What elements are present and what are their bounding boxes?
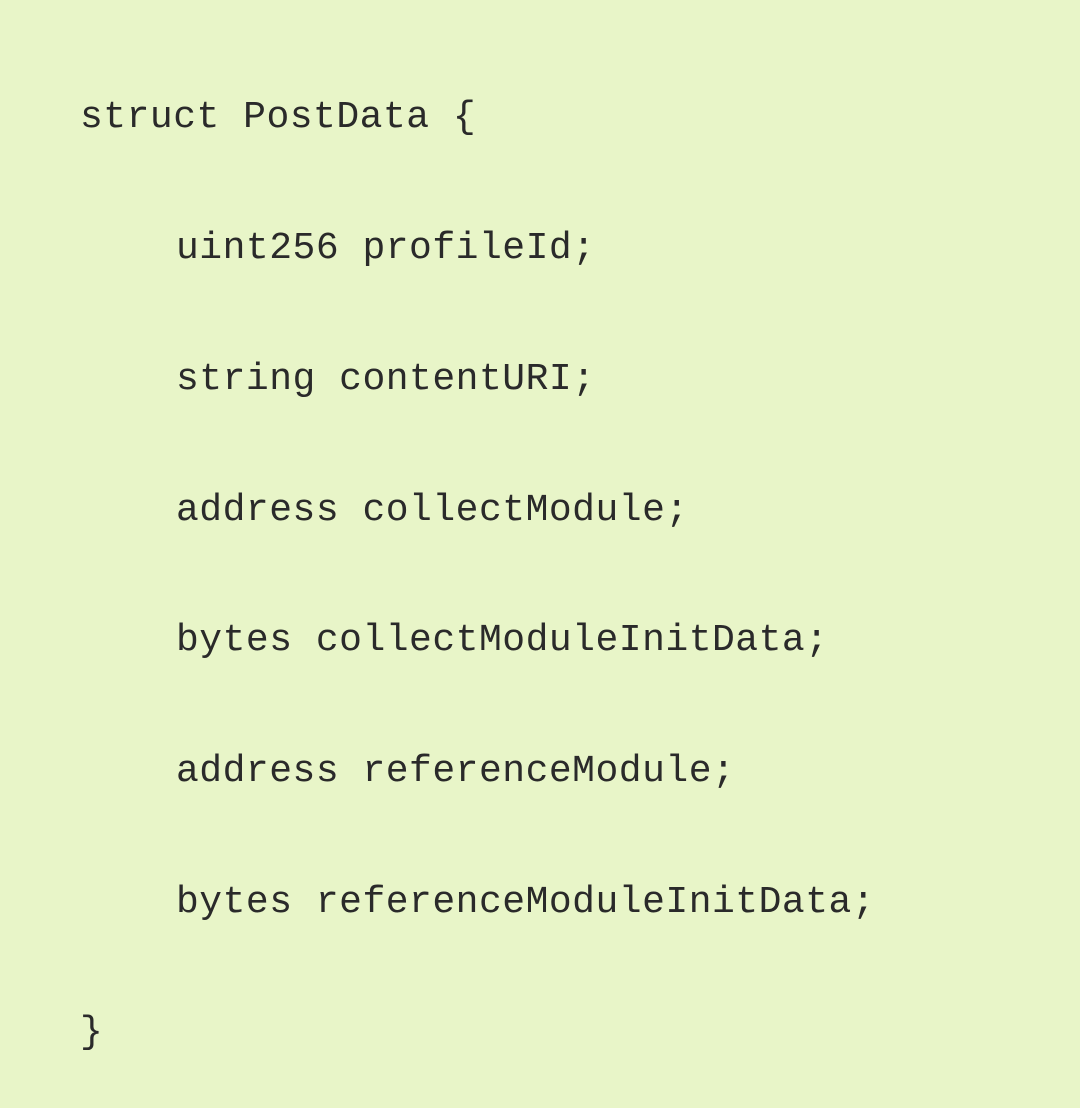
semicolon: ; [665, 489, 688, 532]
field-name: profileId [362, 227, 572, 270]
field-type: bytes [176, 881, 293, 924]
field-type: uint256 [176, 227, 339, 270]
struct-declaration-line: struct PostData { [80, 85, 1080, 150]
field-name: contentURI [339, 358, 572, 401]
semicolon: ; [572, 227, 595, 270]
field-line-2: address collectModule; [80, 478, 1080, 543]
field-name: collectModule [362, 489, 665, 532]
semicolon: ; [712, 750, 735, 793]
field-type: address [176, 750, 339, 793]
field-type: address [176, 489, 339, 532]
field-name: referenceModuleInitData [316, 881, 852, 924]
field-line-3: bytes collectModuleInitData; [80, 608, 1080, 673]
field-type: bytes [176, 619, 293, 662]
close-brace: } [80, 1011, 103, 1054]
field-line-0: uint256 profileId; [80, 216, 1080, 281]
struct-keyword: struct [80, 96, 220, 139]
semicolon: ; [572, 358, 595, 401]
field-line-5: bytes referenceModuleInitData; [80, 870, 1080, 935]
semicolon: ; [852, 881, 875, 924]
semicolon: ; [805, 619, 828, 662]
struct-name: PostData [243, 96, 429, 139]
field-line-4: address referenceModule; [80, 739, 1080, 804]
open-brace: { [453, 96, 476, 139]
field-type: string [176, 358, 316, 401]
field-name: referenceModule [362, 750, 712, 793]
field-name: collectModuleInitData [316, 619, 805, 662]
code-snippet: struct PostData { uint256 profileId; str… [80, 20, 1080, 1108]
field-line-1: string contentURI; [80, 347, 1080, 412]
close-brace-line: } [80, 1000, 1080, 1065]
